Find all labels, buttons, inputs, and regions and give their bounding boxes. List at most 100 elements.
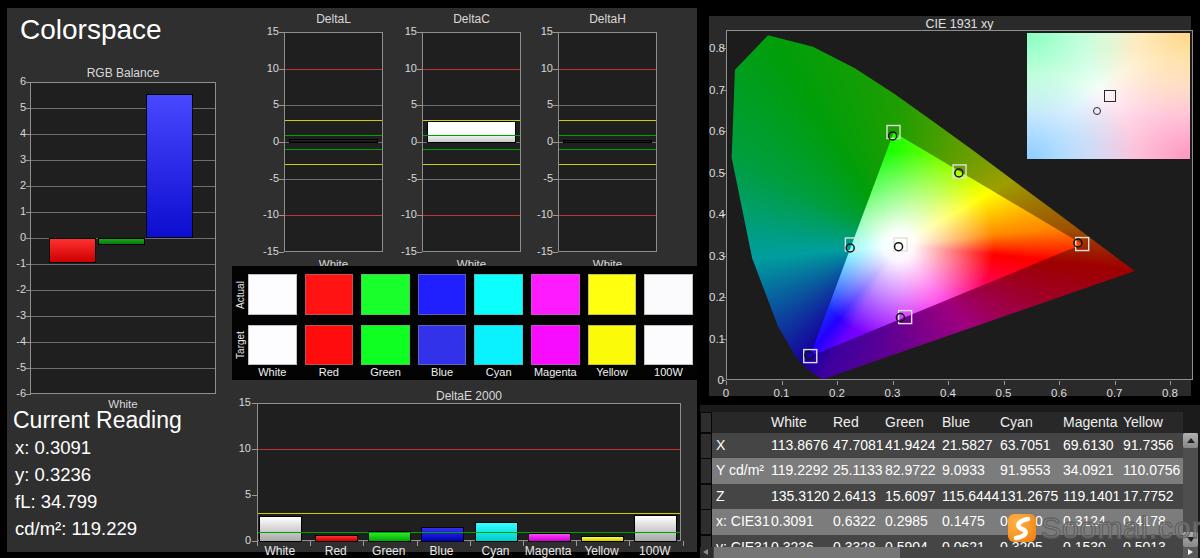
deltae-y-tick-label: 10 xyxy=(233,442,251,454)
swatch-cell xyxy=(644,274,693,315)
delta-chart-title: DeltaL xyxy=(254,12,413,26)
cie-y-tick-label: 0.7 xyxy=(709,84,724,96)
delta-y-tick-label: 10 xyxy=(531,62,553,74)
table-header-cell: Cyan xyxy=(1000,414,1061,430)
cie-chart-title: CIE 1931 xy xyxy=(726,17,1193,31)
rgb-balance-plot xyxy=(30,82,216,394)
delta-y-tick-label: -5 xyxy=(531,172,553,184)
cie-measured-yellow xyxy=(955,169,963,177)
delta-y-tick-label: 10 xyxy=(257,62,279,74)
delta-y-tick-label: -10 xyxy=(531,208,553,220)
table-row[interactable]: Z135.31202.641315.6097115.6444131.267511… xyxy=(712,484,1183,509)
swatch-cell xyxy=(531,325,580,365)
rgb-y-tick xyxy=(26,368,31,369)
rgb-y-tick xyxy=(26,394,31,395)
cie-x-tick-label: 0.4 xyxy=(933,387,963,399)
delta-y-tick xyxy=(417,69,422,70)
v-scroll-up-button[interactable] xyxy=(1183,433,1198,448)
deltae-title: DeltaE 2000 xyxy=(257,389,681,403)
table-cell: 0.3236 xyxy=(771,539,831,547)
deltae-y-tick xyxy=(252,449,257,450)
deltae-y-tick xyxy=(252,495,257,496)
table-cell: 0.3328 xyxy=(833,539,883,547)
rgb-y-tick xyxy=(26,342,31,343)
deltae-x-label: Yellow xyxy=(573,544,630,558)
cie-y-tick-label: 0.6 xyxy=(709,125,724,137)
table-cell: 63.7051 xyxy=(1000,437,1061,453)
table-cell: 119.2292 xyxy=(771,462,831,478)
rgb-y-tick xyxy=(26,238,31,239)
deltae-x-label: Green xyxy=(360,544,417,558)
delta-ref-line xyxy=(559,149,656,150)
deltae-y-tick-label: 0 xyxy=(233,534,251,546)
rgb-gridline xyxy=(31,368,215,369)
deltae-ref-line xyxy=(258,449,680,450)
table-header-cell: Magenta xyxy=(1063,414,1121,430)
table-gutter-cell xyxy=(701,485,711,509)
cie-x-tick-label: 0.5 xyxy=(989,387,1019,399)
cie-y-tick-label: 0.1 xyxy=(709,333,724,345)
cie-x-tick-label: 0.7 xyxy=(1100,387,1130,399)
table-cell: 91.7356 xyxy=(1123,437,1181,453)
cie-1931-panel: CIE 1931 xy 00.10.20.30.40.50.60.70.800.… xyxy=(703,10,1197,402)
rgb-gridline xyxy=(31,342,215,343)
rgb-y-tick xyxy=(26,212,31,213)
table-cell: 91.9553 xyxy=(1000,462,1061,478)
delta-ref-line xyxy=(423,215,520,216)
cie-y-tick-label: 0 xyxy=(709,374,724,386)
swatch-cell xyxy=(361,325,410,365)
delta-y-tick xyxy=(279,252,284,253)
cie-x-tick-label: 0.3 xyxy=(878,387,908,399)
deltae-x-label: Blue xyxy=(413,544,470,558)
delta-y-tick-label: -15 xyxy=(257,245,279,257)
table-header-cell: Green xyxy=(885,414,940,430)
table-row[interactable]: X113.867647.708141.942421.582763.705169.… xyxy=(712,433,1183,458)
delta-ref-line xyxy=(559,69,656,70)
rgb-bar-red xyxy=(49,238,96,263)
rgb-y-tick-label: 3 xyxy=(7,153,26,165)
delta-y-tick xyxy=(553,32,558,33)
swatch-cell xyxy=(305,325,354,365)
table-cell: 113.8676 xyxy=(771,437,831,453)
cie-x-tick-label: 0.1 xyxy=(767,387,797,399)
rgb-y-tick-label: -4 xyxy=(7,335,26,347)
delta-ref-line xyxy=(559,215,656,216)
cie-x-tick-label: 0.8 xyxy=(1155,387,1185,399)
h-scrollbar-thumb[interactable] xyxy=(714,547,900,558)
table-cell: 69.6130 xyxy=(1063,437,1121,453)
rgb-y-tick-label: 1 xyxy=(7,205,26,217)
rgb-bar-green xyxy=(98,238,145,245)
table-cell: 15.6097 xyxy=(885,488,940,504)
swatch-cell xyxy=(474,325,523,365)
swatch-col-label: 100W xyxy=(640,366,697,378)
delta-y-tick-label: 15 xyxy=(531,25,553,37)
rgb-y-tick xyxy=(26,186,31,187)
delta-chart-title: DeltaH xyxy=(528,12,687,26)
table-cell: 21.5827 xyxy=(942,437,998,453)
cie-x-tick xyxy=(1004,381,1005,385)
h-scroll-left-button[interactable] xyxy=(700,547,713,558)
page-title: Colorspace xyxy=(20,14,162,46)
swatch-cell xyxy=(588,274,637,315)
table-cell: 41.9424 xyxy=(885,437,940,453)
table-row[interactable]: Y cd/m²119.229225.113382.97229.093391.95… xyxy=(712,458,1183,483)
rgb-y-tick-label: -5 xyxy=(7,361,26,373)
table-cell: y: CIE31 xyxy=(716,539,770,547)
table-cell: 135.3120 xyxy=(771,488,831,504)
table-cell: 131.2675 xyxy=(1000,488,1061,504)
soomal-logo-icon xyxy=(1008,514,1036,542)
delta-y-tick xyxy=(553,142,558,143)
table-cell: 0.2985 xyxy=(885,513,940,529)
swatch-col-label: Blue xyxy=(414,366,471,378)
delta-ref-line xyxy=(423,135,520,136)
rgb-gridline xyxy=(31,316,215,317)
rgb-y-tick-label: 5 xyxy=(7,101,26,113)
table-cell: 0.1475 xyxy=(942,513,998,529)
left-arrow-icon xyxy=(703,549,708,555)
delta-y-tick xyxy=(553,215,558,216)
table-gutter-cell xyxy=(701,434,711,458)
rgb-y-tick-label: 2 xyxy=(7,179,26,191)
h-scroll-right-button[interactable] xyxy=(1183,547,1198,558)
deltae-x-label: 100W xyxy=(626,544,683,558)
deltae-bar-red xyxy=(315,535,358,542)
